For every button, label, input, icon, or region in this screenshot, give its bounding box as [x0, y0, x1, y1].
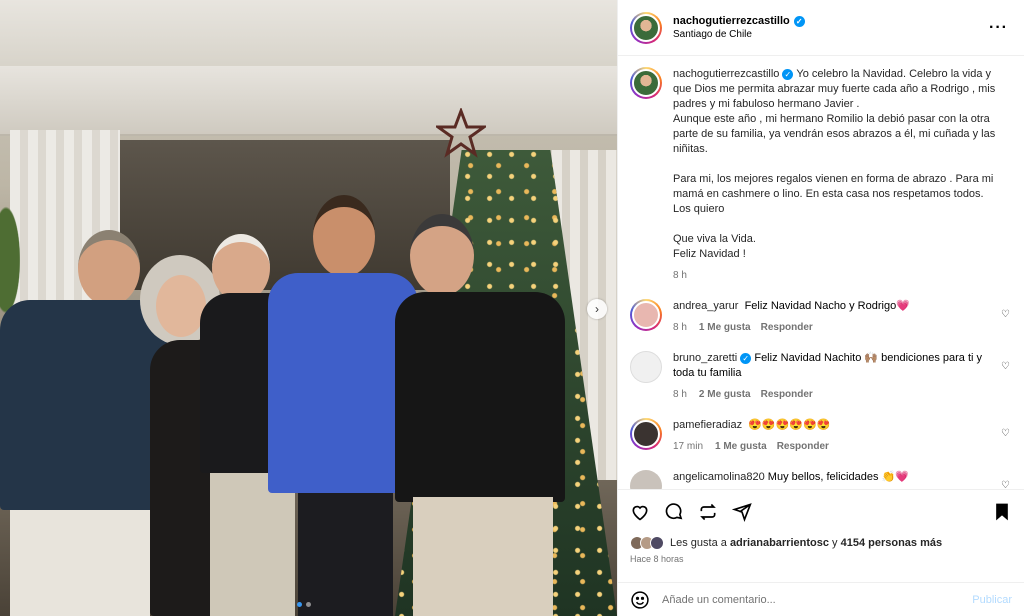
likes-others[interactable]: 4154 personas más	[841, 537, 943, 549]
chevron-right-icon: ›	[595, 302, 599, 316]
posted-time: Hace 8 horas	[630, 554, 684, 564]
verified-icon: ✓	[793, 15, 805, 27]
caption-author-username[interactable]: nachogutierrezcastillo	[673, 68, 779, 80]
reply-button[interactable]: Responder	[761, 389, 813, 400]
comment-text: Feliz Navidad Nacho y Rodrigo💗	[744, 300, 910, 312]
comment-likes-count[interactable]: 1 Me gusta	[699, 322, 751, 333]
comment-time: 8 h	[673, 322, 687, 333]
verified-icon: ✓	[782, 69, 794, 80]
post-caption: nachogutierrezcastillo ✓ Yo celebro la Nav…	[630, 67, 1012, 283]
comment-time: 17 min	[673, 441, 704, 452]
emoji-icon[interactable]	[630, 590, 650, 610]
post-photo[interactable]: ›	[0, 0, 617, 616]
photo-ceiling	[0, 0, 617, 72]
comment-text: 😍😍😍😍😍😍	[748, 419, 831, 431]
post-side-panel: nachogutierrezcastillo ✓ Santiago de Chi…	[617, 0, 1024, 616]
instagram-post-view: › nachogutierrezcastillo ✓ Santiago de C…	[0, 0, 1024, 616]
author-avatar[interactable]	[630, 11, 662, 44]
caption-paragraph-1: nachogutierrezcastillo ✓ Yo celebro la Nav…	[673, 67, 1012, 157]
likers-avatars	[630, 536, 664, 550]
caption-paragraph-3: Que viva la Vida. Feliz Navidad !	[673, 233, 756, 260]
bookmark-icon[interactable]	[992, 502, 1012, 522]
person-5	[395, 212, 570, 616]
next-image-button[interactable]: ›	[587, 299, 607, 319]
carousel-dot-2	[306, 602, 311, 607]
comment-item: bruno_zaretti ✓ Feliz Navidad Nachito 🙌🏽…	[630, 351, 1012, 402]
comment-like-heart-icon[interactable]: ♡	[1001, 309, 1010, 320]
commenter-username[interactable]: angelicamolina820	[673, 471, 765, 483]
publish-button[interactable]: Publicar	[972, 594, 1012, 606]
comment-time: 8 h	[673, 389, 687, 400]
photo-beam	[0, 66, 617, 136]
commenter-username[interactable]: bruno_zaretti	[673, 352, 737, 364]
post-header: nachogutierrezcastillo ✓ Santiago de Chi…	[618, 0, 1024, 56]
comment-icon[interactable]	[664, 502, 684, 522]
caption-paragraph-2: Para mi, los mejores regalos vienen en f…	[673, 173, 994, 215]
comment-likes-count[interactable]: 2 Me gusta	[699, 389, 751, 400]
comment-item: pamefieradiaz 😍😍😍😍😍😍 17 min 1 Me gusta Res…	[630, 418, 1012, 454]
comment-like-heart-icon[interactable]: ♡	[1001, 428, 1010, 439]
reply-button[interactable]: Responder	[777, 441, 829, 452]
caption-time: 8 h	[673, 270, 687, 281]
likes-prefix: Les gusta a	[670, 537, 727, 549]
comment-item: angelicamolina820 Muy bellos, felicidade…	[630, 470, 1012, 489]
post-actions: Les gusta a adrianabarrientosc y 4154 pe…	[618, 489, 1024, 564]
author-username[interactable]: nachogutierrezcastillo	[673, 15, 790, 27]
caption-author-avatar[interactable]	[630, 67, 662, 99]
commenter-username[interactable]: andrea_yarur	[673, 300, 738, 312]
likes-user[interactable]: adrianabarrientosc	[730, 537, 829, 549]
commenter-avatar[interactable]	[630, 470, 662, 489]
commenter-avatar[interactable]	[630, 299, 662, 331]
repost-icon[interactable]	[698, 502, 718, 522]
comment-like-heart-icon[interactable]: ♡	[1001, 480, 1010, 489]
commenter-username[interactable]: pamefieradiaz	[673, 419, 742, 431]
add-comment-bar: Publicar	[618, 582, 1024, 616]
comment-likes-count[interactable]: 1 Me gusta	[715, 441, 767, 452]
comment-text: Muy bellos, felicidades 👏💗	[767, 471, 909, 483]
comments-list[interactable]: nachogutierrezcastillo ✓ Yo celebro la Nav…	[618, 57, 1024, 489]
tree-star-icon	[436, 108, 486, 158]
carousel-indicators	[297, 602, 311, 607]
post-location[interactable]: Santiago de Chile	[673, 29, 985, 40]
reply-button[interactable]: Responder	[761, 322, 813, 333]
share-icon[interactable]	[732, 502, 752, 522]
comment-item: andrea_yarur Feliz Navidad Nacho y Rodri…	[630, 299, 1012, 335]
commenter-avatar[interactable]	[630, 418, 662, 450]
author-username-row: nachogutierrezcastillo ✓	[673, 15, 985, 27]
commenter-avatar[interactable]	[630, 351, 662, 383]
caption-text-1: Yo celebro la Navidad. Celebro la vida y…	[673, 68, 996, 155]
verified-icon: ✓	[740, 353, 752, 364]
comment-like-heart-icon[interactable]: ♡	[1001, 361, 1010, 372]
carousel-dot-1	[297, 602, 302, 607]
likes-conjunction: y	[832, 537, 838, 549]
likes-summary[interactable]: Les gusta a adrianabarrientosc y 4154 pe…	[630, 536, 1012, 550]
comment-input[interactable]	[662, 593, 973, 606]
more-horizontal-icon[interactable]: ···	[985, 19, 1012, 37]
heart-icon[interactable]	[630, 502, 650, 522]
